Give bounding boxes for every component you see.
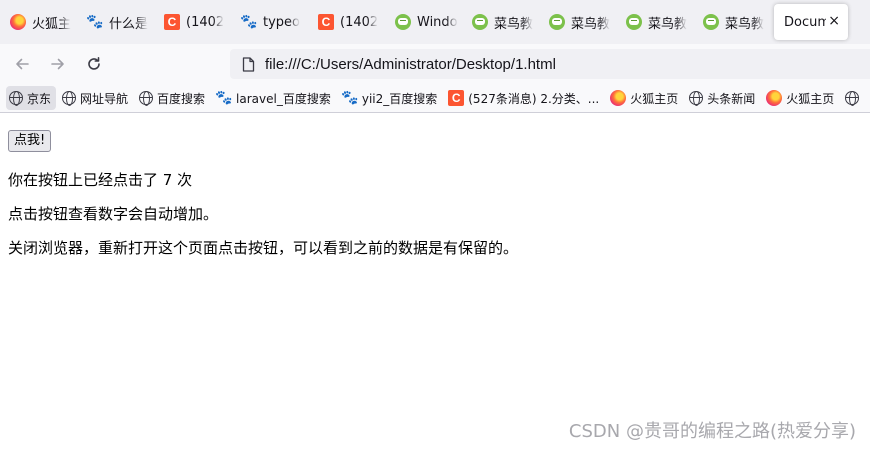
csdn-watermark: CSDN @贵哥的编程之路(热爱分享): [568, 421, 856, 442]
tab-title: Docum: [784, 14, 826, 30]
url-text[interactable]: file:///C:/Users/Administrator/Desktop/1…: [265, 56, 556, 73]
tab-runoob-2[interactable]: 菜鸟教: [539, 4, 616, 40]
globe-icon: [9, 91, 23, 106]
back-arrow-icon: [16, 58, 29, 70]
bookmark-laravel[interactable]: 🐾 laravel_百度搜索: [213, 86, 336, 110]
tab-baidu-typeo[interactable]: 🐾 typeo: [231, 4, 308, 40]
bookmark-firefox-home[interactable]: 火狐主页: [607, 86, 683, 110]
navigation-toolbar: file:///C:/Users/Administrator/Desktop/1…: [0, 44, 870, 84]
tab-active-document[interactable]: Docum ×: [774, 4, 848, 40]
baidu-paw-icon: 🐾: [215, 90, 233, 106]
csdn-icon: C: [164, 14, 180, 30]
bookmark-label: 百度搜索: [157, 91, 206, 106]
hint-text: 点击按钮查看数字会自动增加。: [8, 205, 219, 223]
bookmark-label: 火狐主页: [630, 91, 679, 106]
tab-title: (1402: [340, 14, 379, 30]
click-me-button[interactable]: 点我!: [8, 130, 52, 152]
globe-icon: [845, 91, 860, 106]
tab-title: 菜鸟教: [571, 16, 611, 32]
bookmark-label: yii2_百度搜索: [361, 91, 438, 106]
tab-title: Windo: [417, 14, 458, 30]
baidu-paw-icon: 🐾: [86, 14, 104, 30]
bookmark-jd[interactable]: 京东: [6, 86, 57, 110]
bookmark-overflow[interactable]: [842, 86, 864, 110]
firefox-icon: [610, 90, 627, 106]
tab-title: 什么是: [109, 16, 149, 32]
csdn-icon: C: [318, 14, 334, 30]
forward-button[interactable]: [44, 50, 72, 78]
runoob-icon: [549, 14, 565, 30]
baidu-paw-icon: 🐾: [240, 14, 258, 30]
back-button[interactable]: [8, 50, 36, 78]
bookmark-label: (527条消息) 2.分类、...: [468, 91, 600, 106]
tab-runoob-windows[interactable]: Windo: [385, 4, 462, 40]
bookmark-label: 头条新闻: [707, 91, 756, 106]
click-count-text: 你在按钮上已经点击了 7 次: [8, 171, 193, 189]
tab-runoob-4[interactable]: 菜鸟教: [693, 4, 770, 40]
bookmark-label: 火狐主页: [786, 91, 835, 106]
persistence-note: 关闭浏览器，重新打开这个页面点击按钮，可以看到之前的数据是有保留的。: [8, 239, 519, 257]
tab-title: 火狐主: [32, 16, 72, 32]
tab-title: 菜鸟教: [648, 16, 688, 32]
globe-icon: [62, 91, 77, 106]
bookmark-toutiao[interactable]: 头条新闻: [686, 86, 760, 110]
tab-csdn-2[interactable]: C (1402: [308, 4, 385, 40]
bookmark-nav[interactable]: 网址导航: [59, 86, 133, 110]
tab-runoob-1[interactable]: 菜鸟教: [462, 4, 539, 40]
tab-runoob-3[interactable]: 菜鸟教: [616, 4, 693, 40]
firefox-icon: [766, 90, 783, 106]
tab-baidu-search[interactable]: 🐾 什么是: [77, 4, 154, 40]
globe-icon: [689, 91, 704, 106]
runoob-icon: [472, 14, 488, 30]
globe-icon: [139, 91, 154, 106]
bookmark-csdn[interactable]: C (527条消息) 2.分类、...: [445, 86, 604, 110]
tab-firefox-home[interactable]: 火狐主: [0, 4, 77, 40]
tab-csdn[interactable]: C (1402: [154, 4, 231, 40]
reload-icon: [88, 57, 100, 70]
forward-arrow-icon: [51, 58, 64, 70]
tab-strip: 火狐主 🐾 什么是 C (1402 🐾 typeo C (1402 Windo …: [0, 0, 870, 44]
bookmark-yii2[interactable]: 🐾 yii2_百度搜索: [339, 86, 442, 110]
bookmarks-toolbar: 京东 网址导航 百度搜索 🐾 laravel_百度搜索 🐾 yii2_百度搜索 …: [0, 84, 870, 113]
close-tab-icon[interactable]: ×: [828, 13, 840, 29]
firefox-icon: [10, 14, 26, 30]
runoob-icon: [626, 14, 642, 30]
address-bar[interactable]: file:///C:/Users/Administrator/Desktop/1…: [230, 49, 870, 79]
tab-title: typeo: [263, 14, 300, 30]
tab-title: 菜鸟教: [725, 16, 765, 32]
page-icon: [240, 56, 256, 72]
bookmark-label: 网址导航: [80, 91, 129, 106]
baidu-paw-icon: 🐾: [341, 90, 359, 106]
csdn-icon: C: [448, 90, 465, 106]
runoob-icon: [395, 14, 411, 30]
reload-button[interactable]: [80, 50, 108, 78]
page-content: 点我! 你在按钮上已经点击了 7 次 点击按钮查看数字会自动增加。 关闭浏览器，…: [0, 114, 870, 449]
bookmark-firefox-home-2[interactable]: 火狐主页: [763, 86, 839, 110]
bookmark-label: 京东: [27, 91, 52, 106]
tab-title: (1402: [186, 14, 225, 30]
runoob-icon: [703, 14, 719, 30]
bookmark-baidu[interactable]: 百度搜索: [136, 86, 210, 110]
bookmark-label: laravel_百度搜索: [236, 91, 331, 106]
tab-title: 菜鸟教: [494, 16, 534, 32]
